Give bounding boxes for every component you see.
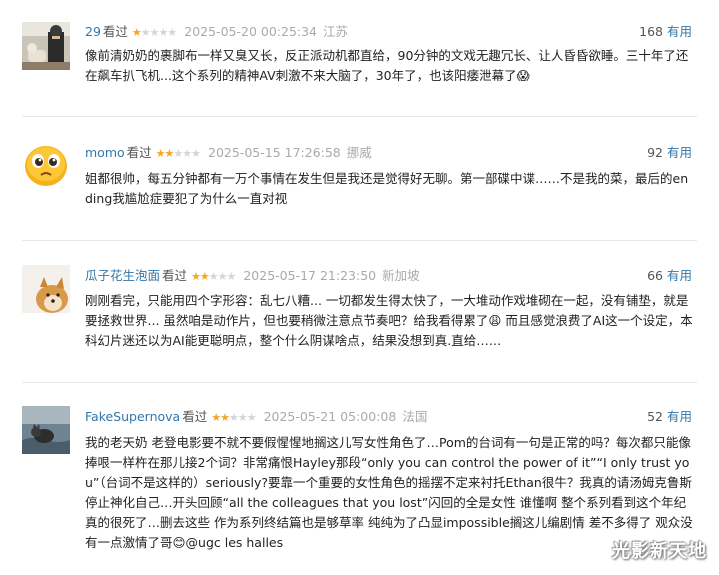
username-link[interactable]: 29 <box>85 24 101 39</box>
username-link[interactable]: momo <box>85 145 125 160</box>
vote-area: 52 有用 <box>647 407 692 427</box>
cat-in-water-photo-icon <box>22 406 70 454</box>
rating-stars: ★★★★★ <box>131 26 177 39</box>
comment-meta: FakeSupernova 看过 ★★★★★ 2025-05-21 05:00:08 法… <box>85 407 427 427</box>
avatar[interactable] <box>22 265 70 313</box>
shiba-dog-photo-icon <box>22 265 70 313</box>
comment-location: 新加坡 <box>382 268 420 283</box>
useful-button[interactable]: 有用 <box>667 409 692 424</box>
username-link[interactable]: 瓜子花生泡面 <box>85 268 160 283</box>
watermark: 光影新天地 <box>612 541 707 562</box>
crying-emoji-face-icon <box>22 140 70 188</box>
comment-location: 江苏 <box>323 24 349 39</box>
avatar[interactable] <box>22 22 70 70</box>
divider <box>22 382 697 383</box>
comment-meta: momo 看过 ★★★★★ 2025-05-15 17:26:58 挪威 <box>85 143 372 163</box>
watch-status: 看过 <box>126 145 152 160</box>
man-with-dog-photo-icon <box>22 22 70 70</box>
useful-button[interactable]: 有用 <box>667 24 692 39</box>
divider <box>22 240 697 241</box>
comment-time: 2025-05-20 00:25:34 <box>184 24 318 39</box>
vote-area: 66 有用 <box>647 266 692 286</box>
watch-status: 看过 <box>182 409 208 424</box>
comment-meta: 29 看过 ★★★★★ 2025-05-20 00:25:34 江苏 <box>85 22 348 42</box>
useful-button[interactable]: 有用 <box>667 145 692 160</box>
rating-stars: ★★★★★ <box>211 411 256 424</box>
useful-button[interactable]: 有用 <box>667 268 692 283</box>
comment-meta: 瓜子花生泡面 看过 ★★★★★ 2025-05-17 21:23:50 新加坡 <box>85 266 420 286</box>
watch-status: 看过 <box>162 268 188 283</box>
avatar[interactable] <box>22 140 70 188</box>
comment-time: 2025-05-21 05:00:08 <box>263 409 397 424</box>
comment-location: 挪威 <box>346 145 372 160</box>
vote-count: 92 <box>647 145 663 160</box>
rating-stars: ★★★★★ <box>155 147 201 160</box>
vote-count: 66 <box>647 268 663 283</box>
comment-time: 2025-05-15 17:26:58 <box>208 145 341 160</box>
vote-area: 92 有用 <box>647 143 692 163</box>
comment-text: 像前清奶奶的裹脚布一样又臭又长，反正派动机都直给，90分钟的文戏无趣冗长、让人昏… <box>85 48 689 83</box>
watch-status: 看过 <box>102 24 128 39</box>
vote-count: 52 <box>647 409 663 424</box>
comment-text: 我的老天奶 老登电影要不就不要假惺惺地搁这儿写女性角色了…Pom的台词有一句是正… <box>85 435 693 550</box>
avatar[interactable] <box>22 406 70 454</box>
vote-area: 168 有用 <box>639 22 692 42</box>
rating-stars: ★★★★★ <box>191 270 236 283</box>
username-link[interactable]: FakeSupernova <box>85 409 180 424</box>
comment-time: 2025-05-17 21:23:50 <box>243 268 377 283</box>
vote-count: 168 <box>639 24 663 39</box>
comment-text: 刚刚看完，只能用四个字形容：乱七八糟... 一切都发生得太快了，一大堆动作戏堆砌… <box>85 293 693 348</box>
comment-text: 姐都很帅，每五分钟都有一万个事情在发生但是我还是觉得好无聊。第一部碟中谍……不是… <box>85 171 689 206</box>
divider <box>22 116 697 117</box>
comment-location: 法国 <box>402 409 428 424</box>
